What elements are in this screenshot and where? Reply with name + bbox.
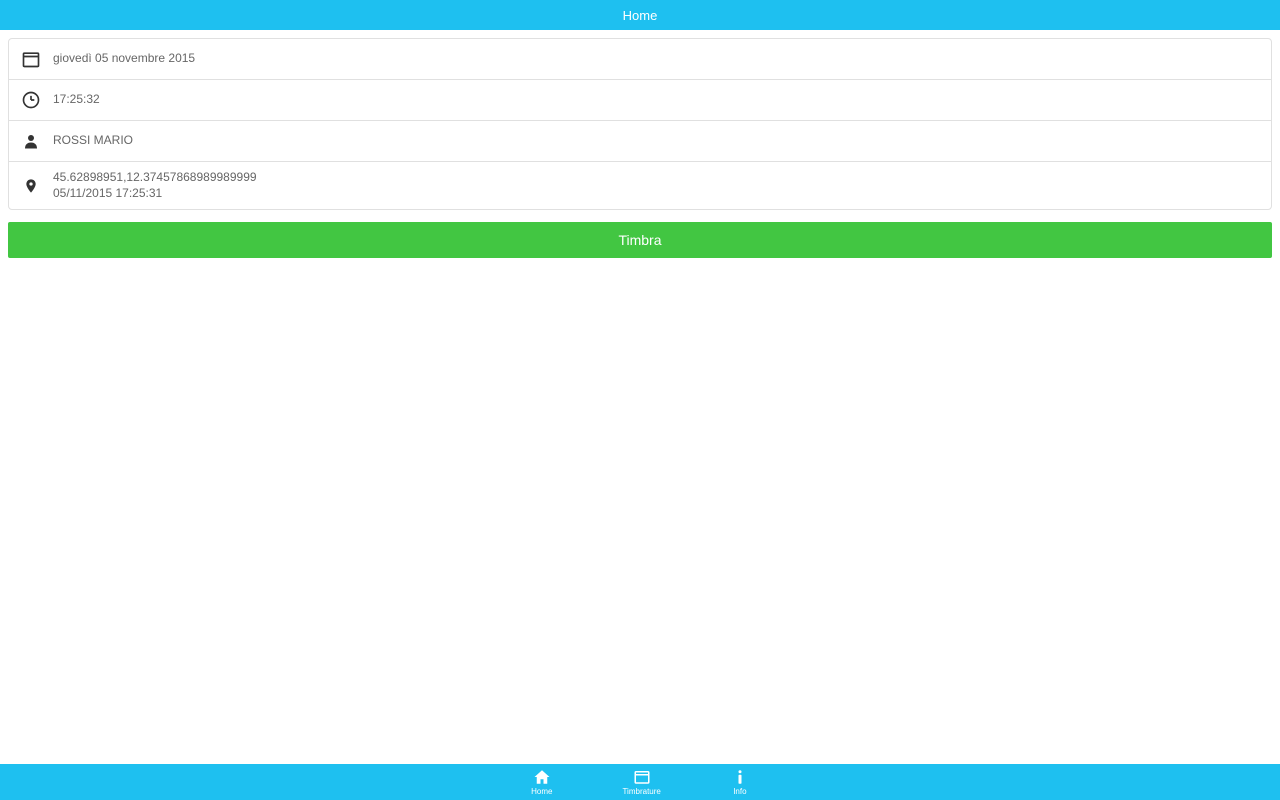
nav-timbrature[interactable]: Timbrature [622, 768, 660, 796]
clock-icon [19, 88, 43, 112]
date-row: giovedì 05 novembre 2015 [9, 39, 1271, 80]
time-row: 17:25:32 [9, 80, 1271, 121]
nav-info-label: Info [733, 787, 746, 796]
location-coords: 45.62898951,12.37457868989989999 [53, 170, 257, 184]
nav-info[interactable]: Info [731, 768, 749, 796]
main-content: giovedì 05 novembre 2015 17:25:32 ROSSI … [0, 30, 1280, 266]
time-text: 17:25:32 [53, 92, 100, 108]
date-text: giovedì 05 novembre 2015 [53, 51, 195, 67]
user-icon [19, 129, 43, 153]
location-text: 45.62898951,12.37457868989989999 05/11/2… [53, 170, 257, 201]
location-timestamp: 05/11/2015 17:25:31 [53, 186, 257, 202]
calendar-icon [19, 47, 43, 71]
timbrature-icon [633, 768, 651, 786]
nav-home[interactable]: Home [531, 768, 552, 796]
bottom-nav: Home Timbrature Info [0, 764, 1280, 800]
nav-items: Home Timbrature Info [531, 768, 749, 796]
header-title: Home [623, 8, 658, 23]
timbra-button[interactable]: Timbra [8, 222, 1272, 258]
nav-timbrature-label: Timbrature [622, 787, 660, 796]
location-icon [19, 174, 43, 198]
app-header: Home [0, 0, 1280, 30]
info-list: giovedì 05 novembre 2015 17:25:32 ROSSI … [8, 38, 1272, 210]
location-row: 45.62898951,12.37457868989989999 05/11/2… [9, 162, 1271, 209]
home-icon [533, 768, 551, 786]
nav-home-label: Home [531, 787, 552, 796]
user-row: ROSSI MARIO [9, 121, 1271, 162]
info-icon [731, 768, 749, 786]
user-text: ROSSI MARIO [53, 133, 133, 149]
